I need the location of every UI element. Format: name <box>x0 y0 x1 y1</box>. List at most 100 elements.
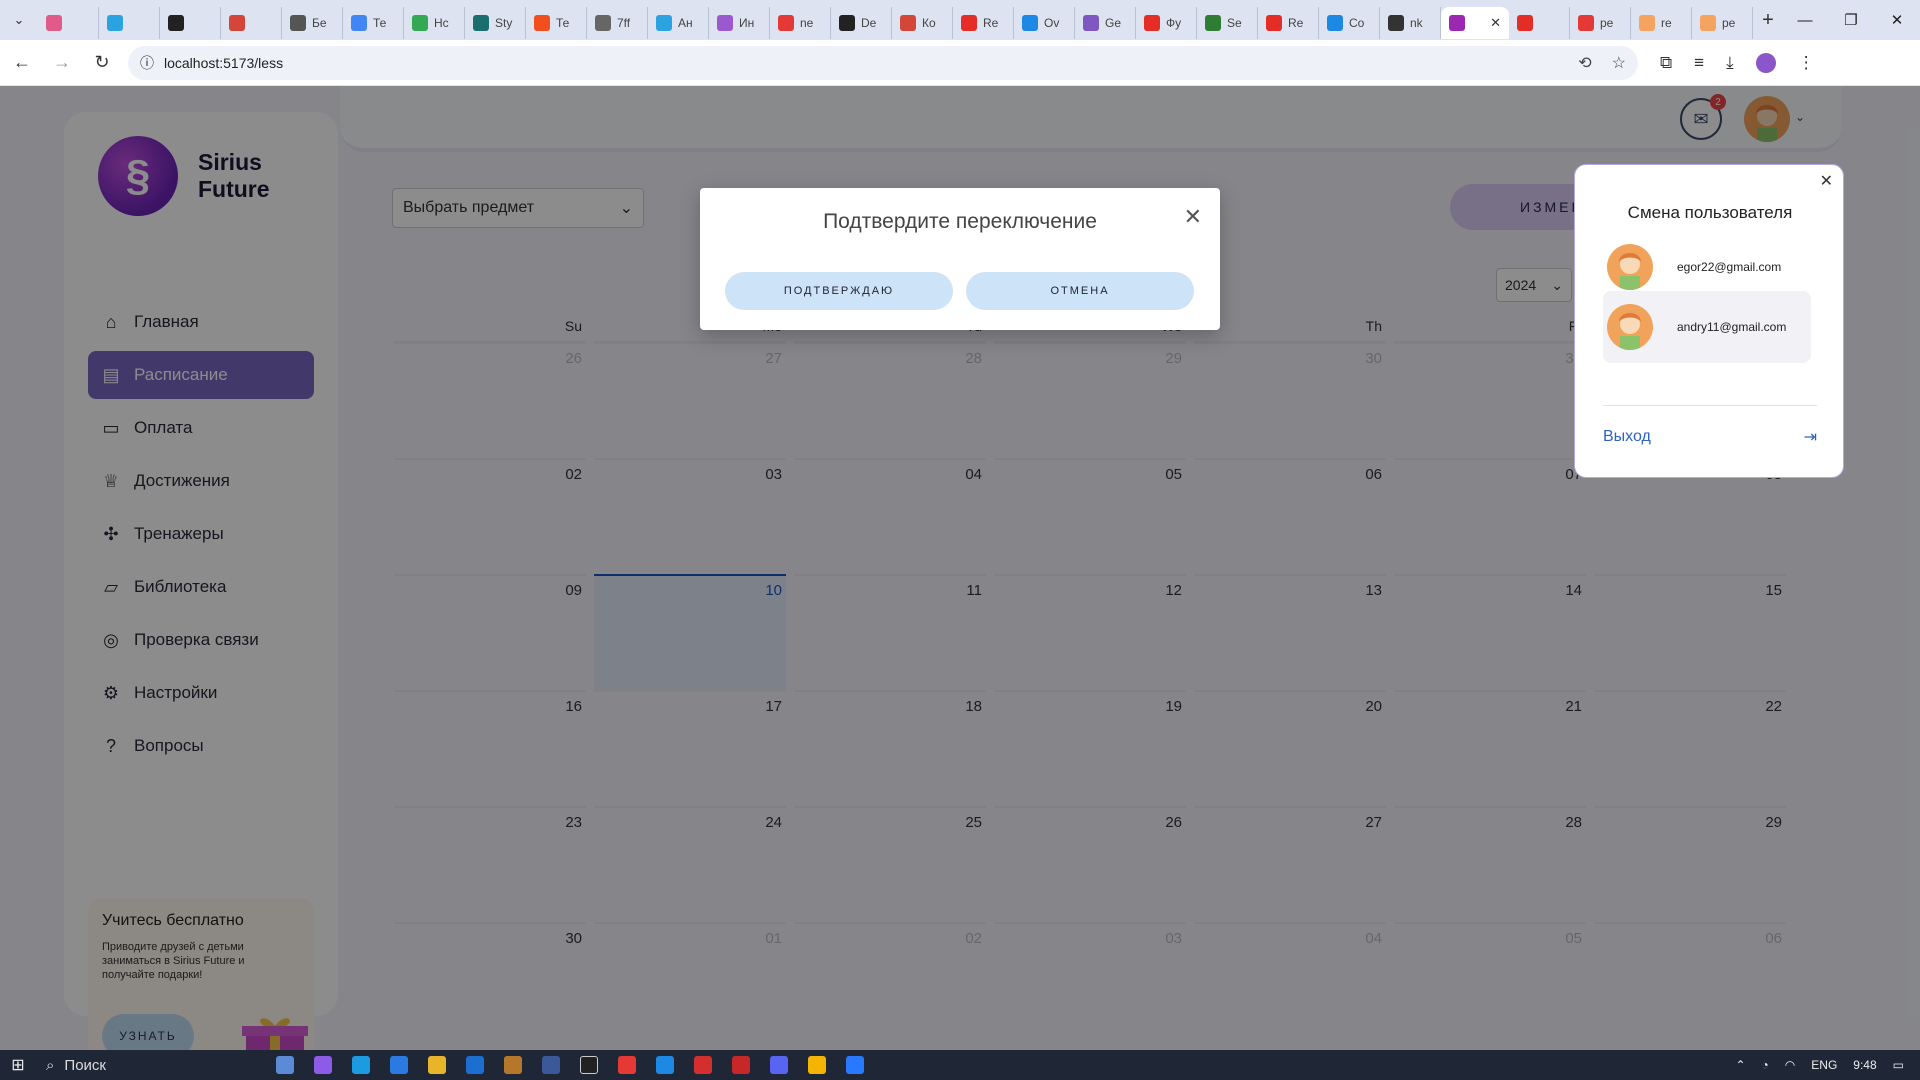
browser-tab[interactable]: De <box>831 7 892 39</box>
extensions-icon[interactable]: ⧉ <box>1660 53 1672 73</box>
language-indicator[interactable]: ENG <box>1811 1058 1837 1072</box>
browser-tab[interactable]: Те <box>526 7 587 39</box>
taskbar-search[interactable]: ⌕ Поиск <box>36 1050 236 1080</box>
close-tab-icon[interactable]: ✕ <box>1490 15 1501 31</box>
reload-icon[interactable]: ↻ <box>84 45 120 81</box>
browser-tab[interactable]: Те <box>343 7 404 39</box>
store-icon[interactable] <box>390 1056 408 1074</box>
windows-start-icon[interactable]: ⊞ <box>0 1055 36 1075</box>
browser-tab[interactable]: re <box>1631 7 1692 39</box>
logout-icon: ⇥ <box>1803 429 1817 446</box>
close-icon[interactable]: ✕ <box>1820 171 1833 191</box>
tab-favicon-icon <box>46 15 62 31</box>
browser-tab[interactable]: ✕ <box>1441 7 1509 39</box>
browser-tab[interactable] <box>99 7 160 39</box>
tab-favicon-icon <box>1517 15 1533 31</box>
tab-label: Ge <box>1105 16 1122 30</box>
browser-tab[interactable]: Se <box>1197 7 1258 39</box>
tab-favicon-icon <box>229 15 245 31</box>
taskbar-apps <box>276 1056 864 1074</box>
tab-favicon-icon <box>412 15 428 31</box>
cancel-button[interactable]: ОТМЕНА <box>966 272 1194 310</box>
app-page: § Sirius Future ⌂ Главная ▤ Расписание ▭ Опла… <box>0 86 1920 1050</box>
tab-favicon-icon <box>1700 15 1716 31</box>
browser-tab[interactable] <box>160 7 221 39</box>
pycharm-icon[interactable] <box>580 1056 598 1074</box>
browser-tab[interactable]: Бе <box>282 7 343 39</box>
task-view-icon[interactable] <box>276 1056 294 1074</box>
browser-tab[interactable] <box>221 7 282 39</box>
logout-button[interactable]: Выход ⇥ <box>1603 427 1817 447</box>
app-icon[interactable] <box>542 1056 560 1074</box>
chrome-icon[interactable] <box>808 1056 826 1074</box>
window-controls: — ❐ ✕ <box>1782 0 1920 40</box>
browser-tab[interactable]: Нс <box>404 7 465 39</box>
mail-icon[interactable] <box>466 1056 484 1074</box>
restore-icon[interactable]: ❐ <box>1828 0 1874 40</box>
edge-icon[interactable] <box>352 1056 370 1074</box>
browser-tab[interactable] <box>1509 7 1570 39</box>
tab-favicon-icon <box>1205 15 1221 31</box>
divider <box>1603 405 1817 406</box>
wifi-icon[interactable]: ◠ <box>1785 1058 1795 1072</box>
browser-tab[interactable]: nk <box>1380 7 1441 39</box>
browser-tab[interactable]: Ge <box>1075 7 1136 39</box>
browser-tab[interactable]: Ин <box>709 7 770 39</box>
tab-favicon-icon <box>534 15 550 31</box>
confirm-button[interactable]: ПОДТВЕРЖДАЮ <box>725 272 953 310</box>
tab-favicon-icon <box>1578 15 1594 31</box>
clock[interactable]: 9:48 <box>1853 1058 1876 1072</box>
browser-tab[interactable]: Фу <box>1136 7 1197 39</box>
browser-tab[interactable]: pe <box>1570 7 1631 39</box>
tab-favicon-icon <box>595 15 611 31</box>
tray-chevron-icon[interactable]: ⌃ <box>1735 1058 1745 1072</box>
browser-tab[interactable]: Ov <box>1014 7 1075 39</box>
close-window-icon[interactable]: ✕ <box>1874 0 1920 40</box>
tab-favicon-icon <box>1083 15 1099 31</box>
vpn-icon[interactable] <box>656 1056 674 1074</box>
browser-tab[interactable]: Co <box>1319 7 1380 39</box>
browser-tab[interactable]: pe <box>1692 7 1753 39</box>
tab-label: Фу <box>1166 16 1182 30</box>
vscode-icon[interactable] <box>846 1056 864 1074</box>
account-email: egor22@gmail.com <box>1677 260 1782 274</box>
browser-tab[interactable] <box>38 7 99 39</box>
browser-tab[interactable]: Ко <box>892 7 953 39</box>
discord-icon[interactable] <box>770 1056 788 1074</box>
account-option[interactable]: andry11@gmail.com <box>1603 291 1811 363</box>
new-tab-button[interactable]: + <box>1753 9 1783 32</box>
app-icon[interactable] <box>732 1056 750 1074</box>
url-input[interactable]: ⓘ localhost:5173/less ⟲ ☆ <box>128 45 1638 80</box>
network-icon[interactable]: ◔ <box>1762 1058 1769 1072</box>
app-icon[interactable] <box>694 1056 712 1074</box>
bookmark-star-icon[interactable]: ☆ <box>1612 53 1626 73</box>
browser-tab[interactable]: Re <box>953 7 1014 39</box>
app-icon[interactable] <box>504 1056 522 1074</box>
browser-menu-icon[interactable]: ⋮ <box>1798 53 1815 73</box>
browser-tab[interactable]: Sty <box>465 7 526 39</box>
back-icon[interactable]: ← <box>4 45 40 81</box>
translate-icon[interactable]: ⟲ <box>1578 53 1591 73</box>
browser-tab[interactable]: Ан <box>648 7 709 39</box>
tab-favicon-icon <box>168 15 184 31</box>
browser-profile-avatar[interactable] <box>1755 52 1776 73</box>
file-explorer-icon[interactable] <box>428 1056 446 1074</box>
taskbar-search-label: Поиск <box>64 1056 106 1074</box>
downloads-icon[interactable]: ⤓ <box>1726 53 1734 73</box>
site-info-icon[interactable]: ⓘ <box>140 53 154 73</box>
account-avatar <box>1607 304 1653 350</box>
tab-label: Re <box>1288 16 1304 30</box>
browser-tab[interactable]: ne <box>770 7 831 39</box>
forward-icon[interactable]: → <box>44 45 80 81</box>
tab-favicon-icon <box>1327 15 1343 31</box>
app-icon[interactable] <box>314 1056 332 1074</box>
browser-tab[interactable]: Re <box>1258 7 1319 39</box>
browser-tab[interactable]: 7ff <box>587 7 648 39</box>
media-icon[interactable]: ≡ <box>1694 53 1704 73</box>
notifications-icon[interactable]: ▭ <box>1893 1058 1904 1072</box>
minimize-icon[interactable]: — <box>1782 0 1828 40</box>
close-icon[interactable]: ✕ <box>1184 204 1202 230</box>
tab-search-chevron-icon[interactable]: ⌄ <box>0 0 38 40</box>
tab-label: Se <box>1227 16 1242 30</box>
yandex-icon[interactable] <box>618 1056 636 1074</box>
